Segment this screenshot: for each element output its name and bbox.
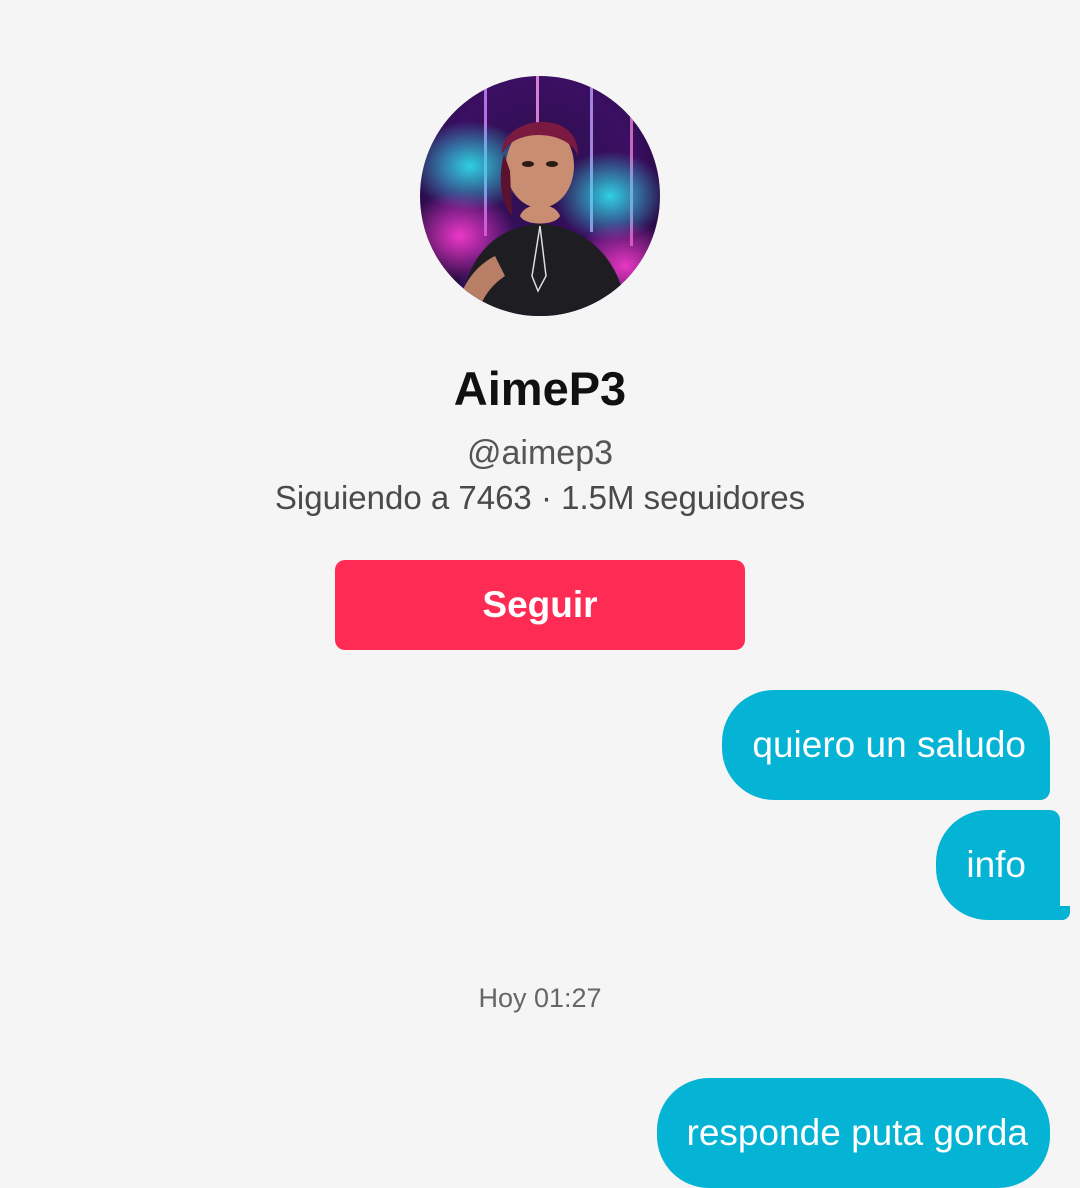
display-name: AimeP3 <box>453 362 627 415</box>
follow-stats: Siguiendo a 7463 · 1.5M seguidores <box>274 479 806 516</box>
message-text: info <box>966 844 1026 885</box>
avatar[interactable] <box>420 76 660 316</box>
follow-button[interactable]: Seguir <box>335 560 745 650</box>
username: @aimep3 <box>466 434 614 472</box>
bubble-tail <box>1050 906 1070 920</box>
message-bubble[interactable]: quiero un saludo <box>722 690 1050 800</box>
avatar-image <box>420 76 660 316</box>
message-bubble[interactable]: info <box>936 810 1070 920</box>
message-bubble[interactable]: responde puta gorda <box>656 1078 1050 1188</box>
message-timestamp: Hoy 01:27 <box>478 983 602 1013</box>
